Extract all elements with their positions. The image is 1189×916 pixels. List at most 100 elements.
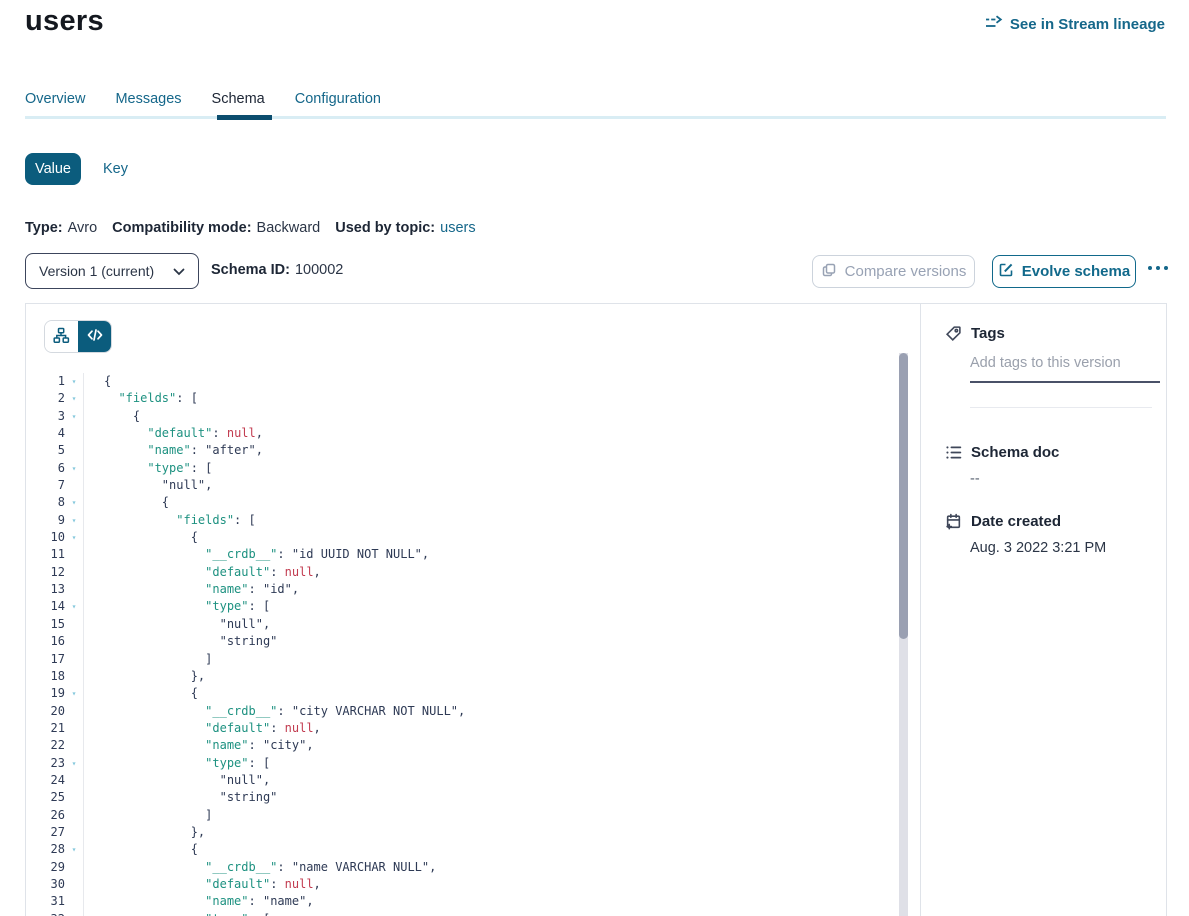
fold-arrow-icon[interactable]: ▾ — [65, 685, 84, 702]
fold-spacer — [65, 876, 84, 893]
code-text: "fields": [ — [84, 390, 198, 407]
fold-spacer — [65, 651, 84, 668]
line-number: 5 — [32, 442, 65, 459]
fold-spacer — [65, 425, 84, 442]
fold-arrow-icon[interactable]: ▾ — [65, 529, 84, 546]
code-line: 14▾ "type": [ — [32, 598, 896, 615]
code-text: { — [84, 841, 198, 858]
fold-arrow-icon[interactable]: ▾ — [65, 494, 84, 511]
line-number: 10 — [32, 529, 65, 546]
editor-scrollbar-track[interactable] — [899, 353, 908, 916]
code-view-button[interactable] — [78, 321, 111, 352]
version-select[interactable]: Version 1 (current) — [25, 253, 199, 289]
fold-spacer — [65, 737, 84, 754]
line-number: 31 — [32, 893, 65, 910]
evolve-schema-button[interactable]: Evolve schema — [992, 255, 1136, 288]
code-line: 1▾{ — [32, 373, 896, 390]
fold-arrow-icon[interactable]: ▾ — [65, 911, 84, 916]
line-number: 1 — [32, 373, 65, 390]
fold-spacer — [65, 824, 84, 841]
tab-overview[interactable]: Overview — [25, 91, 85, 107]
code-line: 30 "default": null, — [32, 876, 896, 893]
code-text: "default": null, — [84, 876, 321, 893]
code-text: "__crdb__": "id UUID NOT NULL", — [84, 546, 429, 563]
line-number: 29 — [32, 859, 65, 876]
tab-messages[interactable]: Messages — [115, 91, 181, 107]
more-actions-button[interactable] — [1148, 266, 1168, 270]
tab-configuration[interactable]: Configuration — [295, 91, 381, 107]
topic-link[interactable]: users — [440, 220, 475, 236]
code-line: 31 "name": "name", — [32, 893, 896, 910]
tree-view-button[interactable] — [45, 321, 78, 352]
code-line: 25 "string" — [32, 789, 896, 806]
line-number: 12 — [32, 564, 65, 581]
schema-page: users See in Stream lineage Overview Mes… — [0, 0, 1189, 916]
fold-arrow-icon[interactable]: ▾ — [65, 598, 84, 615]
code-text: "null", — [84, 477, 212, 494]
stream-lineage-icon — [985, 15, 1003, 34]
line-number: 7 — [32, 477, 65, 494]
code-line: 3▾ { — [32, 408, 896, 425]
date-created-title: Date created — [971, 513, 1061, 530]
code-text: { — [84, 494, 169, 511]
ellipsis-icon — [1156, 266, 1160, 270]
line-number: 2 — [32, 390, 65, 407]
compare-versions-button[interactable]: Compare versions — [812, 255, 975, 288]
code-text: "type": [ — [84, 598, 270, 615]
line-number: 30 — [32, 876, 65, 893]
code-line: 19▾ { — [32, 685, 896, 702]
code-line: 29 "__crdb__": "name VARCHAR NULL", — [32, 859, 896, 876]
date-created-section-header: Date created — [945, 513, 1160, 530]
fold-arrow-icon[interactable]: ▾ — [65, 755, 84, 772]
tab-schema[interactable]: Schema — [212, 91, 265, 107]
line-number: 32 — [32, 911, 65, 916]
code-line: 23▾ "type": [ — [32, 755, 896, 772]
code-text: "__crdb__": "city VARCHAR NOT NULL", — [84, 703, 465, 720]
tags-input[interactable] — [970, 355, 1160, 383]
schema-meta: Type:Avro Compatibility mode:Backward Us… — [25, 220, 476, 236]
schema-panel: 1▾{2▾ "fields": [3▾ {4 "default": null,5… — [25, 303, 1167, 916]
type-field: Type:Avro — [25, 220, 97, 236]
fold-arrow-icon[interactable]: ▾ — [65, 373, 84, 390]
fold-spacer — [65, 442, 84, 459]
line-number: 15 — [32, 616, 65, 633]
code-text: "null", — [84, 616, 270, 633]
schema-id-value: 100002 — [295, 262, 343, 278]
fold-arrow-icon[interactable]: ▾ — [65, 408, 84, 425]
editor-scrollbar-thumb[interactable] — [899, 353, 908, 639]
code-text: "default": null, — [84, 564, 321, 581]
stream-lineage-link[interactable]: See in Stream lineage — [985, 15, 1165, 34]
fold-arrow-icon[interactable]: ▾ — [65, 512, 84, 529]
ellipsis-icon — [1148, 266, 1152, 270]
date-created-value: Aug. 3 2022 3:21 PM — [970, 540, 1160, 556]
code-pane: 1▾{2▾ "fields": [3▾ {4 "default": null,5… — [26, 304, 920, 916]
line-number: 20 — [32, 703, 65, 720]
fold-spacer — [65, 564, 84, 581]
key-toggle-button[interactable]: Key — [103, 161, 128, 177]
code-line: 7 "null", — [32, 477, 896, 494]
code-text: "__crdb__": "name VARCHAR NULL", — [84, 859, 436, 876]
tags-title: Tags — [971, 325, 1005, 342]
version-select-value: Version 1 (current) — [39, 263, 154, 279]
code-line: 26 ] — [32, 807, 896, 824]
code-line: 27 }, — [32, 824, 896, 841]
fold-arrow-icon[interactable]: ▾ — [65, 390, 84, 407]
line-number: 14 — [32, 598, 65, 615]
line-number: 25 — [32, 789, 65, 806]
code-line: 28▾ { — [32, 841, 896, 858]
line-number: 23 — [32, 755, 65, 772]
active-tab-underline — [217, 115, 272, 120]
fold-arrow-icon[interactable]: ▾ — [65, 841, 84, 858]
compatibility-label: Compatibility mode: — [112, 220, 251, 236]
fold-spacer — [65, 859, 84, 876]
line-number: 8 — [32, 494, 65, 511]
fold-arrow-icon[interactable]: ▾ — [65, 460, 84, 477]
edit-icon — [998, 262, 1014, 282]
tags-section-header: Tags — [945, 325, 1160, 342]
line-number: 21 — [32, 720, 65, 737]
code-text: "name": "id", — [84, 581, 299, 598]
fold-spacer — [65, 668, 84, 685]
code-line: 15 "null", — [32, 616, 896, 633]
value-toggle-button[interactable]: Value — [25, 153, 81, 185]
type-value: Avro — [68, 220, 98, 236]
